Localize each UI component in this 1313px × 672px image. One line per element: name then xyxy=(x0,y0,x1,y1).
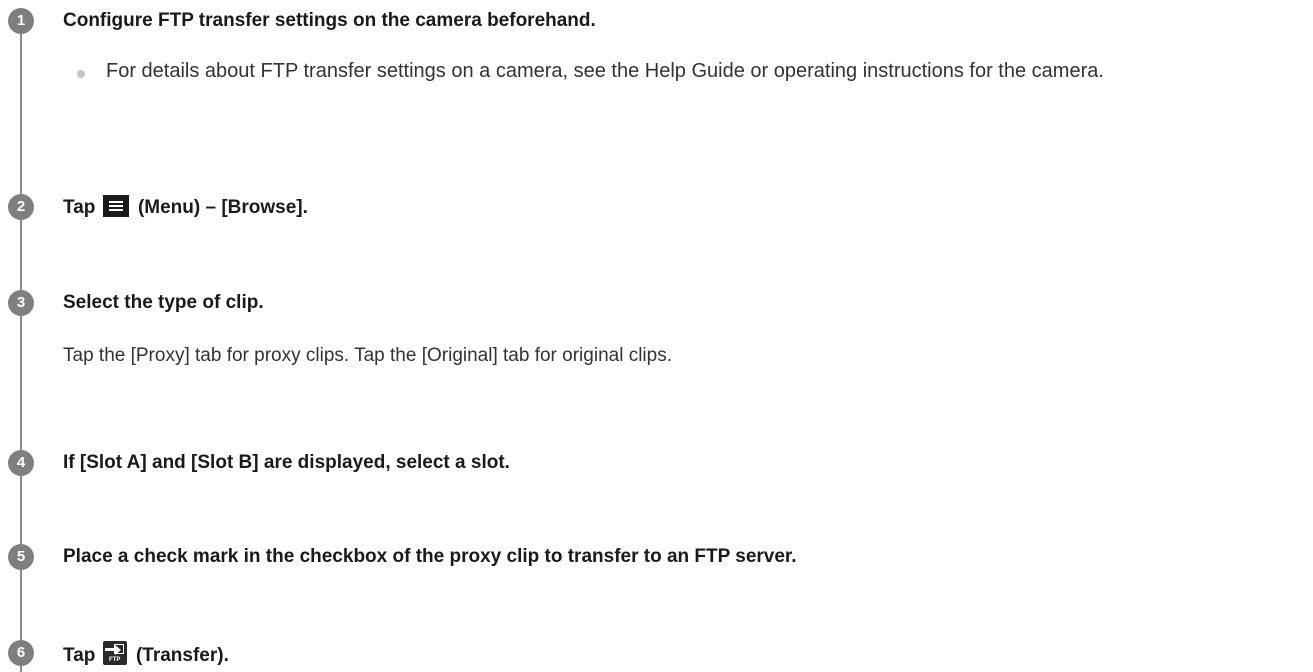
step-number-badge: 1 xyxy=(8,8,34,34)
step-title: Place a check mark in the checkbox of th… xyxy=(63,546,797,567)
step-title: Select the type of clip. xyxy=(63,292,264,313)
step-number-badge: 6 xyxy=(8,640,34,666)
bullet-icon xyxy=(77,70,85,78)
step-title-text: Tap xyxy=(63,645,96,666)
step-note-text: For details about FTP transfer settings … xyxy=(106,60,1104,82)
menu-icon xyxy=(102,195,129,217)
step-title: Tap (Menu) – [Browse]. xyxy=(63,195,308,220)
step-number-badge: 4 xyxy=(8,450,34,476)
step-body-text: Tap the [Proxy] tab for proxy clips. Tap… xyxy=(63,345,672,366)
step-title: Tap FTP (Transfer). xyxy=(63,641,229,668)
step-timeline-line xyxy=(20,20,22,672)
ftp-icon-label: FTP xyxy=(108,657,121,663)
step-title-text: Tap xyxy=(63,197,96,218)
step-title: If [Slot A] and [Slot B] are displayed, … xyxy=(63,452,510,473)
ftp-transfer-icon: FTP xyxy=(102,641,127,665)
step-number-badge: 2 xyxy=(8,194,34,220)
procedure-steps: 1 Configure FTP transfer settings on the… xyxy=(0,0,1313,672)
step-title-text: (Menu) – [Browse]. xyxy=(137,197,308,218)
step-title-text: (Transfer). xyxy=(135,645,229,666)
step-number-badge: 3 xyxy=(8,290,34,316)
step-title: Configure FTP transfer settings on the c… xyxy=(63,10,596,31)
step-number-badge: 5 xyxy=(8,544,34,570)
